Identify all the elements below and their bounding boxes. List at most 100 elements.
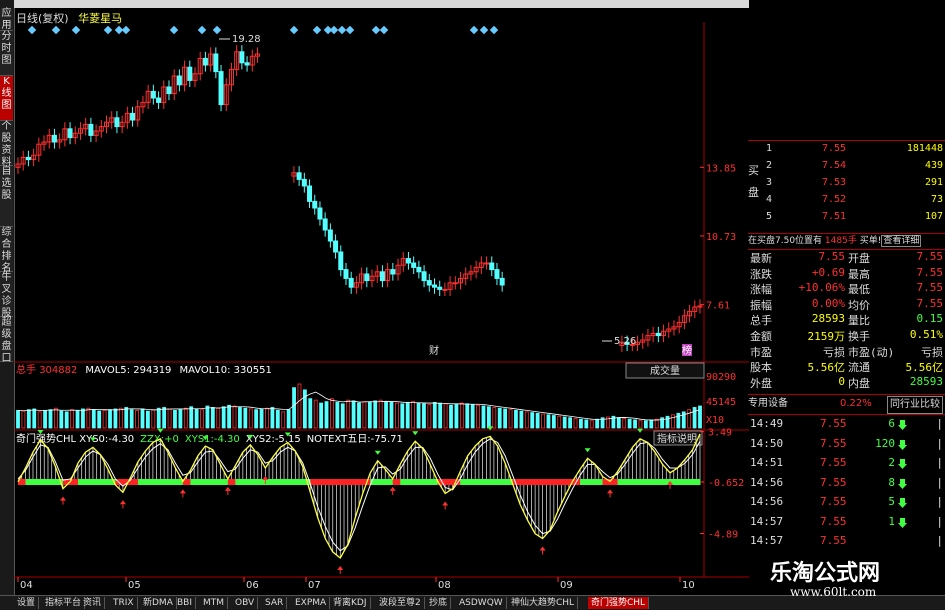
indicator-tab-5[interactable]: BBI bbox=[174, 597, 197, 609]
tick-time: 14:51 bbox=[750, 456, 784, 469]
tick-price: 7.55 bbox=[820, 475, 847, 489]
top-menubar bbox=[14, 0, 749, 8]
volume-bar bbox=[454, 404, 459, 429]
bid-level: 4 bbox=[766, 194, 773, 205]
sidebar-tab-2[interactable]: K线图 bbox=[0, 76, 13, 121]
sidebar-tab-4[interactable]: 自选股 bbox=[0, 166, 13, 227]
volume-bar bbox=[427, 404, 432, 429]
down-arrow-icon bbox=[898, 439, 907, 450]
volume-bar bbox=[340, 403, 345, 429]
candle bbox=[161, 80, 167, 109]
bid-price: 7.51 bbox=[822, 211, 847, 222]
volume-bar bbox=[492, 407, 497, 429]
indicator-tab-1[interactable]: 指标平台 bbox=[42, 597, 86, 609]
indicator-tab-3[interactable]: TRIX bbox=[110, 597, 138, 609]
volume-bar bbox=[546, 414, 551, 429]
indicator-tab-14[interactable]: 神仙大趋势CHL bbox=[508, 597, 579, 609]
indicator-tab-6[interactable]: MTM bbox=[200, 597, 229, 609]
volume-bar bbox=[416, 402, 421, 429]
candle bbox=[228, 62, 234, 92]
tick-row: 14:50 7.55 120 | bbox=[750, 436, 943, 450]
volume-bar bbox=[638, 420, 643, 429]
volume-bar bbox=[346, 399, 351, 429]
down-arrow-icon bbox=[898, 420, 907, 430]
volume-bar bbox=[205, 405, 210, 429]
volume-bar bbox=[167, 408, 172, 429]
volume-dropdown: 成交量 bbox=[650, 364, 680, 377]
candles bbox=[15, 45, 703, 353]
volume-bar bbox=[497, 407, 502, 429]
volume-bar bbox=[351, 400, 356, 429]
volume-bar bbox=[135, 409, 139, 429]
volume-bar bbox=[643, 420, 648, 429]
sidebar-tab-3[interactable]: 个股资料 bbox=[0, 121, 13, 168]
candle bbox=[197, 51, 203, 81]
indicator-tab-4[interactable]: 新DMA bbox=[140, 597, 177, 609]
sidebar-tab-6[interactable]: 牛叉诊股 bbox=[0, 272, 13, 319]
sidebar-tab-5[interactable]: 综合排名 bbox=[0, 227, 13, 274]
volume-bar bbox=[459, 402, 464, 429]
volume-bar bbox=[232, 405, 237, 429]
volume-bar bbox=[568, 417, 572, 429]
indicator-tab-8[interactable]: SAR bbox=[262, 597, 288, 609]
volume-bar bbox=[113, 408, 118, 429]
sidebar-tab-7[interactable]: 超级盘口 bbox=[0, 317, 13, 364]
indicator-tab-15[interactable]: 奇门强势CHL bbox=[588, 597, 650, 609]
bid-row: 1 7.55 181448 bbox=[748, 143, 945, 159]
notice-link[interactable]: 查看详细 bbox=[881, 235, 922, 247]
indicator-tab-2[interactable]: 资讯 bbox=[80, 597, 106, 609]
candle bbox=[645, 329, 651, 347]
indicator-tab-7[interactable]: OBV bbox=[232, 597, 259, 609]
indicator-tick: 3.49 bbox=[708, 428, 732, 439]
buy-notice[interactable]: 在买盘7.50位置有 1485手 买单! 查看详细 bbox=[748, 234, 945, 248]
sidebar-tab-1[interactable]: 分时图 bbox=[0, 31, 13, 76]
candle bbox=[421, 265, 427, 288]
quote-label: 最高 bbox=[848, 267, 870, 281]
candle bbox=[687, 304, 693, 323]
quote-label: 量比 bbox=[848, 314, 870, 328]
indicator-tab-10[interactable]: 背离KDJ bbox=[330, 597, 371, 609]
indicator-tab-0[interactable]: 设置 bbox=[14, 597, 40, 609]
indicator-tab-13[interactable]: ASDWQW bbox=[456, 597, 507, 609]
bid-row: 5 7.51 107 bbox=[748, 211, 945, 227]
candle bbox=[145, 84, 151, 109]
volume-bar bbox=[671, 414, 675, 429]
volume-bar bbox=[438, 402, 443, 429]
candle bbox=[301, 172, 307, 193]
indicator-tab-12[interactable]: 抄底 bbox=[426, 597, 452, 609]
volume-bar bbox=[146, 410, 150, 429]
tick-time: 14:50 bbox=[750, 436, 784, 450]
indicator-tick: -0.652 bbox=[708, 478, 744, 489]
candle bbox=[166, 80, 172, 101]
tick-price: 7.55 bbox=[820, 456, 847, 469]
candle bbox=[124, 106, 130, 129]
candle bbox=[249, 49, 255, 72]
candle bbox=[338, 245, 344, 277]
volume-bar bbox=[254, 409, 259, 429]
quote-value: 5.56亿 bbox=[807, 361, 846, 375]
volume-bar bbox=[200, 409, 204, 429]
sector-compare-button[interactable]: 同行业比较 bbox=[887, 396, 943, 414]
indicator-tab-11[interactable]: 波段至尊2 bbox=[376, 597, 425, 609]
volume-bar bbox=[16, 409, 20, 429]
volume-bar bbox=[53, 407, 58, 429]
sector-pct: 0.22% bbox=[840, 398, 872, 409]
volume-bar bbox=[297, 383, 302, 429]
volume-legend-label: MAVOL10 bbox=[179, 365, 227, 376]
quote-label: 流通 bbox=[848, 361, 870, 375]
volume-bar bbox=[487, 406, 491, 429]
x-tick: 08 bbox=[438, 580, 451, 591]
volume-bar bbox=[292, 387, 296, 429]
candle bbox=[390, 263, 396, 281]
indicator-hatch bbox=[17, 433, 701, 558]
chart-area[interactable]: 13.85 10.73 7.61 19.28 5.26 财 榜总手 304882 MAVOL5… bbox=[14, 22, 749, 595]
quote-value: 28593 bbox=[811, 312, 845, 326]
quote-value: 5.56亿 bbox=[905, 361, 944, 375]
volume-bar bbox=[530, 412, 535, 429]
candle bbox=[77, 122, 83, 140]
sidebar-tab-0[interactable]: 应用 bbox=[0, 8, 13, 31]
quote-label: 金额 bbox=[750, 330, 772, 343]
indicator-tab-9[interactable]: EXPMA bbox=[292, 597, 331, 609]
tick-row: 14:56 7.55 5 | bbox=[750, 495, 943, 508]
candle bbox=[150, 84, 156, 105]
